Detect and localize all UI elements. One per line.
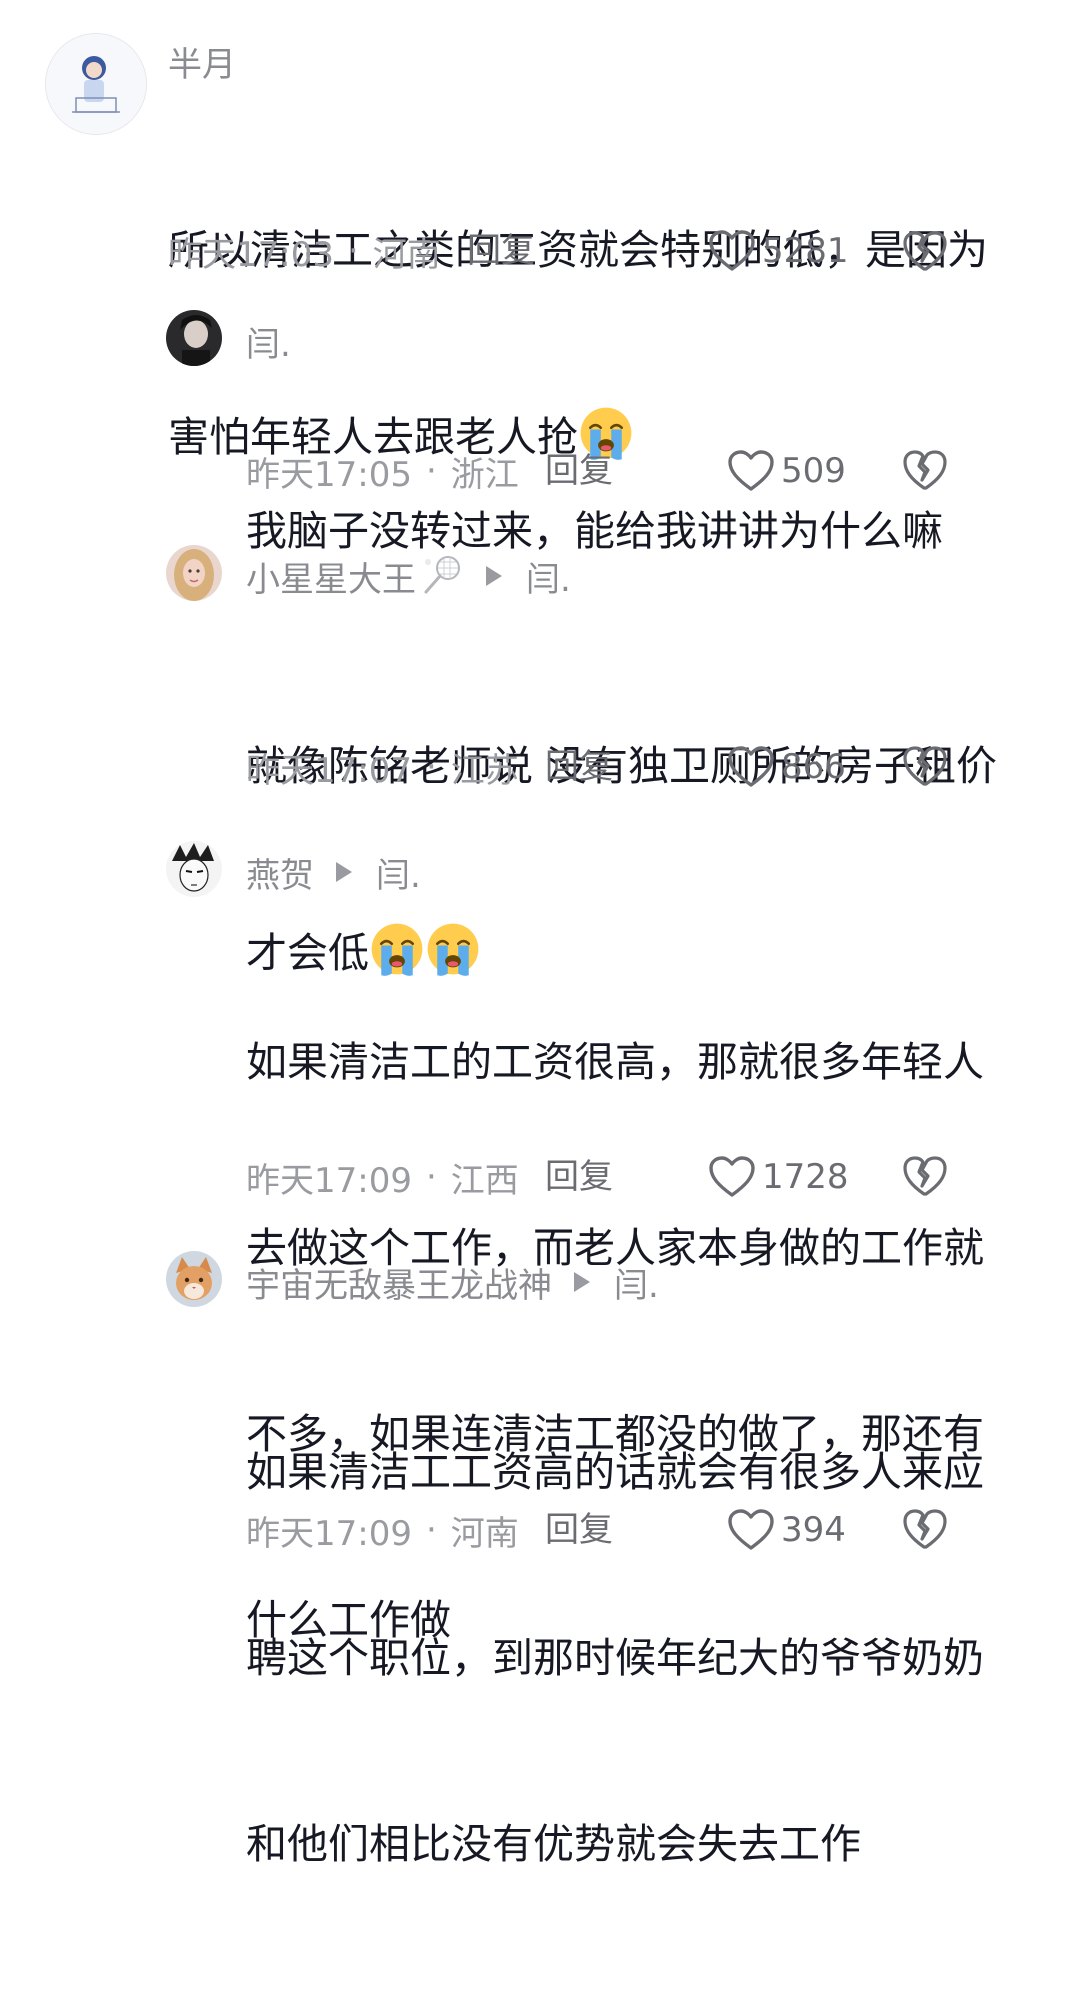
broken-heart-icon[interactable] (902, 229, 948, 273)
separator: · (425, 451, 437, 491)
like-button[interactable]: 509 (727, 446, 846, 496)
author-name[interactable]: 宇宙无敌暴王龙战神 (246, 1258, 552, 1307)
heart-outline-icon (727, 449, 775, 493)
broken-heart-icon[interactable] (902, 1154, 948, 1198)
comment-meta: 昨天17:03 · 河南 (168, 226, 441, 276)
comment-location: 浙江 (450, 454, 519, 495)
triangle-right-icon (574, 1272, 590, 1292)
comment-location: 河南 (450, 1513, 519, 1554)
reply-button[interactable]: 回复 (545, 1505, 613, 1555)
reply-to-name[interactable]: 闫. (526, 552, 571, 601)
comment-location: 江苏 (450, 750, 519, 791)
like-button[interactable]: 5281 (708, 226, 849, 276)
heart-outline-icon (727, 1508, 775, 1552)
comment-meta: 昨天17:07 · 江苏 (246, 742, 519, 792)
comment-time: 昨天17:07 (246, 750, 412, 791)
comment-author[interactable]: 半月 (168, 36, 236, 86)
heart-outline-icon (727, 745, 775, 789)
badminton-icon (420, 554, 464, 598)
like-button[interactable]: 866 (727, 742, 846, 792)
comment-time: 昨天17:09 (246, 1160, 412, 1201)
reply-to-name[interactable]: 闫. (376, 848, 421, 897)
comment-meta: 昨天17:09 · 江西 (246, 1152, 519, 1202)
comment-location: 江西 (450, 1160, 519, 1201)
broken-heart-icon[interactable] (902, 1507, 948, 1551)
comment-author[interactable]: 宇宙无敌暴王龙战神 闫. (246, 1257, 659, 1307)
comment-time: 昨天17:05 (246, 454, 412, 495)
like-count: 1728 (762, 1157, 849, 1197)
separator: · (425, 1510, 437, 1550)
comment-time: 昨天17:09 (246, 1513, 412, 1554)
triangle-right-icon (486, 566, 502, 586)
like-count: 509 (781, 451, 846, 491)
comment-meta: 昨天17:05 · 浙江 (246, 446, 519, 496)
comment-author[interactable]: 小星星大王 闫. (246, 551, 571, 601)
author-name[interactable]: 小星星大王 (246, 552, 416, 601)
reply-button[interactable]: 回复 (545, 446, 613, 496)
triangle-right-icon (336, 862, 352, 882)
like-count: 394 (781, 1510, 846, 1550)
cat-avatar[interactable] (166, 1251, 222, 1307)
heart-outline-icon (708, 229, 756, 273)
author-name[interactable]: 燕贺 (246, 848, 314, 897)
comment-author[interactable]: 闫. (246, 316, 291, 366)
like-count: 866 (781, 747, 846, 787)
blonde-girl-avatar[interactable] (166, 545, 222, 601)
reply-button[interactable]: 回复 (545, 1152, 613, 1202)
separator: · (425, 1157, 437, 1197)
comment-line: 如果清洁工工资高的话就会有很多人来应 (246, 1448, 984, 1496)
heart-outline-icon (708, 1155, 756, 1199)
manga-avatar[interactable] (166, 841, 222, 897)
separator: · (347, 231, 359, 271)
broken-heart-icon[interactable] (902, 448, 948, 492)
comment-location: 河南 (372, 234, 441, 275)
comment-author[interactable]: 燕贺 闫. (246, 847, 421, 897)
comment-line: 聘这个职位，到那时候年纪大的爷爷奶奶 (246, 1634, 984, 1682)
comment-time: 昨天17:03 (168, 234, 334, 275)
like-count: 5281 (762, 231, 849, 271)
dark-photo-avatar[interactable] (166, 310, 222, 366)
separator: · (425, 747, 437, 787)
reply-button[interactable]: 回复 (545, 742, 613, 792)
comment-line: 如果清洁工的工资很高，那就很多年轻人 (246, 1038, 984, 1086)
like-button[interactable]: 394 (727, 1505, 846, 1555)
reply-to-name[interactable]: 闫. (614, 1258, 659, 1307)
like-button[interactable]: 1728 (708, 1152, 849, 1202)
comment-text: 如果清洁工工资高的话就会有很多人来应 聘这个职位，到那时候年纪大的爷爷奶奶 和他… (246, 1317, 1006, 1999)
girl-drawing-avatar[interactable] (45, 33, 147, 135)
broken-heart-icon[interactable] (902, 744, 948, 788)
comment-line: 和他们相比没有优势就会失去工作 (246, 1820, 861, 1868)
reply-button[interactable]: 回复 (467, 226, 535, 276)
comment-meta: 昨天17:09 · 河南 (246, 1505, 519, 1555)
author-name[interactable]: 闫. (246, 317, 291, 366)
author-name[interactable]: 半月 (168, 37, 236, 86)
